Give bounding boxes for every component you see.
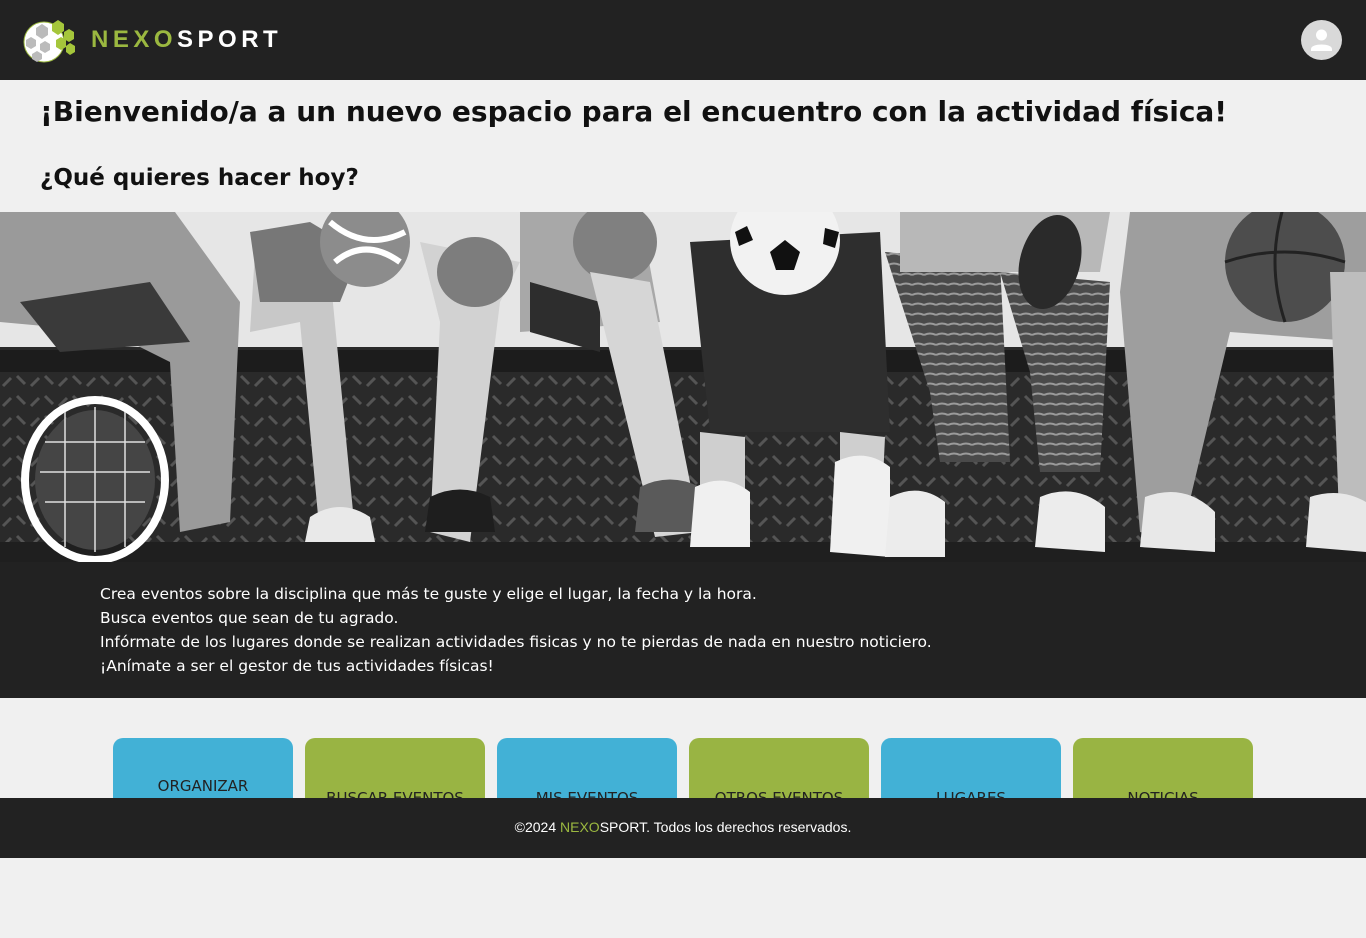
brand-name[interactable]: NEXOSPORT [91,27,282,53]
footer-brand-part2: SPORT [599,819,647,835]
footer-brand-part1: NEXO [560,819,600,835]
info-band: Crea eventos sobre la disciplina que más… [0,562,1366,698]
info-line-4: ¡Anímate a ser el gestor de tus activida… [100,657,494,675]
top-navbar: NEXOSPORT [0,0,1366,80]
card-organizar-label: ORGANIZAR [157,777,249,795]
soccer-ball-logo-icon[interactable] [22,16,76,64]
info-line-3: Infórmate de los lugares donde se realiz… [100,633,932,651]
info-line-2: Busca eventos que sean de tu agrado. [100,609,399,627]
footer-prefix: ©2024 [514,819,561,835]
info-line-1: Crea eventos sobre la disciplina que más… [100,585,757,603]
user-avatar-icon [1311,29,1332,51]
user-avatar-button[interactable] [1301,20,1342,60]
question-heading: ¿Qué quieres hacer hoy? [40,165,359,191]
brand-name-part1: NEXO [91,26,178,53]
footer: ©2024 NEXOSPORT. Todos los derechos rese… [0,798,1366,858]
brand-name-part2: SPORT [177,26,283,53]
footer-copyright: ©2024 NEXOSPORT. Todos los derechos rese… [0,818,1366,836]
welcome-heading: ¡Bienvenido/a a un nuevo espacio para el… [40,95,1228,128]
footer-suffix: . Todos los derechos reservados. [646,819,852,835]
hero-sports-image [0,212,1366,562]
hero-illustration [0,212,1366,562]
